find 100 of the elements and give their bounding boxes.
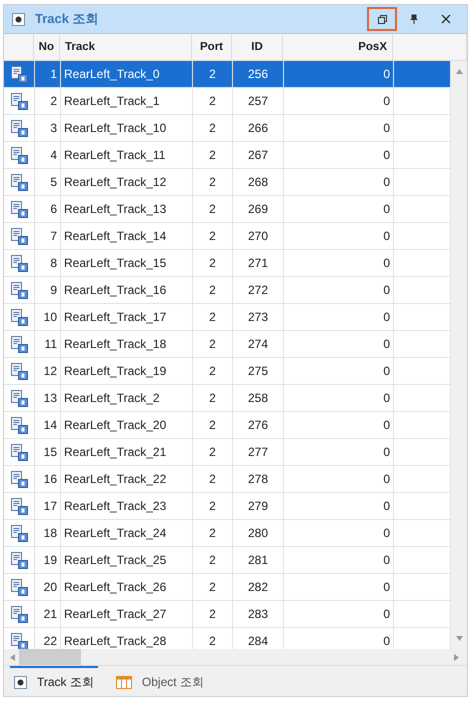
table-cell: RearLeft_Track_16 <box>61 277 193 303</box>
document-lock-icon <box>10 390 28 406</box>
table-row[interactable]: 20 RearLeft_Track_26 2 282 0 <box>4 574 451 601</box>
panel-tab[interactable]: Track 조회 <box>10 666 98 696</box>
document-lock-icon <box>10 120 28 136</box>
table-row[interactable]: 1 RearLeft_Track_0 2 256 0 <box>4 61 451 88</box>
vertical-scrollbar[interactable] <box>451 61 467 649</box>
column-header[interactable]: PosX <box>283 34 393 60</box>
table-row[interactable]: 3 RearLeft_Track_10 2 266 0 <box>4 115 451 142</box>
table-row[interactable]: 5 RearLeft_Track_12 2 268 0 <box>4 169 451 196</box>
table-cell: 0 <box>284 115 394 141</box>
table-cell: 2 <box>193 304 233 330</box>
table-row[interactable]: 10 RearLeft_Track_17 2 273 0 <box>4 304 451 331</box>
table-cell: RearLeft_Track_18 <box>61 331 193 357</box>
restore-icon <box>378 14 386 24</box>
table-row[interactable]: 11 RearLeft_Track_18 2 274 0 <box>4 331 451 358</box>
table-cell: 275 <box>233 358 284 384</box>
table-row[interactable]: 14 RearLeft_Track_20 2 276 0 <box>4 412 451 439</box>
table-cell: 267 <box>233 142 284 168</box>
table-cell: 276 <box>233 412 284 438</box>
table-cell: 280 <box>233 520 284 546</box>
table-cell: 0 <box>284 385 394 411</box>
table-cell: 0 <box>284 493 394 519</box>
table-cell: 19 <box>35 547 61 573</box>
document-lock-icon <box>10 470 28 488</box>
column-header[interactable]: Track <box>60 34 192 60</box>
table-cell: 0 <box>284 439 394 465</box>
table-cell: 2 <box>193 493 233 519</box>
table-cell: 0 <box>284 223 394 249</box>
close-icon <box>441 14 451 24</box>
table-cell: 282 <box>233 574 284 600</box>
table-cell: 2 <box>193 277 233 303</box>
table-cell: 2 <box>193 250 233 276</box>
document-lock-icon <box>10 336 28 352</box>
table-row[interactable]: 16 RearLeft_Track_22 2 278 0 <box>4 466 451 493</box>
table-cell: 0 <box>284 547 394 573</box>
document-lock-icon <box>10 362 28 380</box>
scroll-down-icon[interactable] <box>456 636 462 641</box>
table-cell: RearLeft_Track_20 <box>61 412 193 438</box>
table-row[interactable]: 18 RearLeft_Track_24 2 280 0 <box>4 520 451 547</box>
scroll-thumb[interactable] <box>19 649 81 665</box>
table-cell: 18 <box>35 520 61 546</box>
table-cell: 258 <box>233 385 284 411</box>
table-cell: RearLeft_Track_15 <box>61 250 193 276</box>
scroll-left-icon[interactable] <box>10 654 15 660</box>
restore-button[interactable] <box>367 7 397 31</box>
table-cell: 2 <box>193 142 233 168</box>
table-cell: RearLeft_Track_22 <box>61 466 193 492</box>
table-cell: 0 <box>284 304 394 330</box>
table-row[interactable]: 12 RearLeft_Track_19 2 275 0 <box>4 358 451 385</box>
table-cell: 14 <box>35 412 61 438</box>
document-lock-icon <box>10 254 28 272</box>
table-cell: 0 <box>284 250 394 276</box>
table-cell: 0 <box>284 466 394 492</box>
table-cell: 0 <box>284 601 394 627</box>
table-row[interactable]: 7 RearLeft_Track_14 2 270 0 <box>4 223 451 250</box>
table-cell: 13 <box>35 385 61 411</box>
table-cell: 270 <box>233 223 284 249</box>
scroll-up-icon[interactable] <box>456 69 462 74</box>
table-row[interactable]: 2 RearLeft_Track_1 2 257 0 <box>4 88 451 115</box>
table-cell: 278 <box>233 466 284 492</box>
table-cell: RearLeft_Track_21 <box>61 439 193 465</box>
table-cell: 8 <box>35 250 61 276</box>
document-lock-icon <box>10 524 28 542</box>
table-cell: RearLeft_Track_12 <box>61 169 193 195</box>
table-cell: RearLeft_Track_14 <box>61 223 193 249</box>
panel-tab[interactable]: Object 조회 <box>112 666 208 696</box>
table-cell: 1 <box>35 61 61 87</box>
table-cell: 0 <box>284 88 394 114</box>
column-header[interactable]: Port <box>192 34 232 60</box>
table-cell: 5 <box>35 169 61 195</box>
table-row[interactable]: 19 RearLeft_Track_25 2 281 0 <box>4 547 451 574</box>
column-header[interactable]: ID <box>232 34 283 60</box>
table-row[interactable]: 8 RearLeft_Track_15 2 271 0 <box>4 250 451 277</box>
table-row[interactable]: 9 RearLeft_Track_16 2 272 0 <box>4 277 451 304</box>
radio-icon <box>12 12 25 26</box>
table-cell: 0 <box>284 574 394 600</box>
table-cell: RearLeft_Track_26 <box>61 574 193 600</box>
table-cell: 0 <box>284 520 394 546</box>
radio-icon <box>14 676 27 688</box>
table-cell: 3 <box>35 115 61 141</box>
table-cell: RearLeft_Track_0 <box>61 61 193 87</box>
table-cell: 257 <box>233 88 284 114</box>
table-row[interactable]: 17 RearLeft_Track_23 2 279 0 <box>4 493 451 520</box>
table-row[interactable]: 4 RearLeft_Track_11 2 267 0 <box>4 142 451 169</box>
horizontal-scrollbar[interactable] <box>4 649 467 665</box>
column-header[interactable]: No <box>34 34 60 60</box>
table-row[interactable]: 21 RearLeft_Track_27 2 283 0 <box>4 601 451 628</box>
table-row[interactable]: 15 RearLeft_Track_21 2 277 0 <box>4 439 451 466</box>
table-cell: 271 <box>233 250 284 276</box>
table-row[interactable]: 6 RearLeft_Track_13 2 269 0 <box>4 196 451 223</box>
table-cell: 11 <box>35 331 61 357</box>
table-cell: 273 <box>233 304 284 330</box>
scroll-right-icon[interactable] <box>454 654 459 660</box>
document-lock-icon <box>10 66 28 82</box>
table-row[interactable]: 13 RearLeft_Track_2 2 258 0 <box>4 385 451 412</box>
document-lock-icon <box>10 146 28 164</box>
table-cell: 16 <box>35 466 61 492</box>
table-cell: 269 <box>233 196 284 222</box>
table-cell: 0 <box>284 331 394 357</box>
